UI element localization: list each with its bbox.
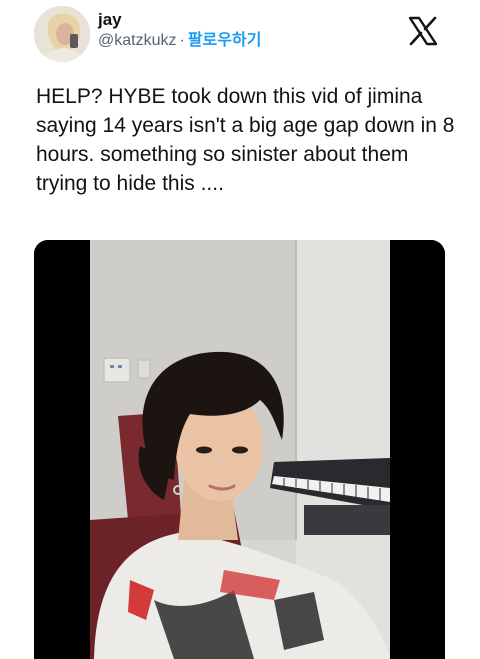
tweet-video-thumbnail[interactable]	[34, 240, 445, 659]
user-name-block: jay @katzkukz · 팔로우하기	[98, 10, 261, 52]
avatar[interactable]	[34, 6, 90, 62]
display-name[interactable]: jay	[98, 10, 261, 30]
tweet-text: HELP? HYBE took down this vid of jimina …	[36, 85, 461, 195]
tweet-card: jay @katzkukz · 팔로우하기 HELP? HYBE took down…	[0, 0, 480, 659]
tweet-header: jay @katzkukz · 팔로우하기	[34, 6, 466, 66]
follow-button[interactable]: 팔로우하기	[188, 32, 262, 49]
separator-dot: ·	[179, 32, 185, 49]
x-logo-icon[interactable]	[408, 16, 438, 46]
user-handle[interactable]: @katzkukz	[98, 32, 176, 49]
video-still-image	[34, 240, 445, 659]
avatar-photo-icon	[34, 6, 90, 62]
handle-row: @katzkukz · 팔로우하기	[98, 30, 261, 52]
